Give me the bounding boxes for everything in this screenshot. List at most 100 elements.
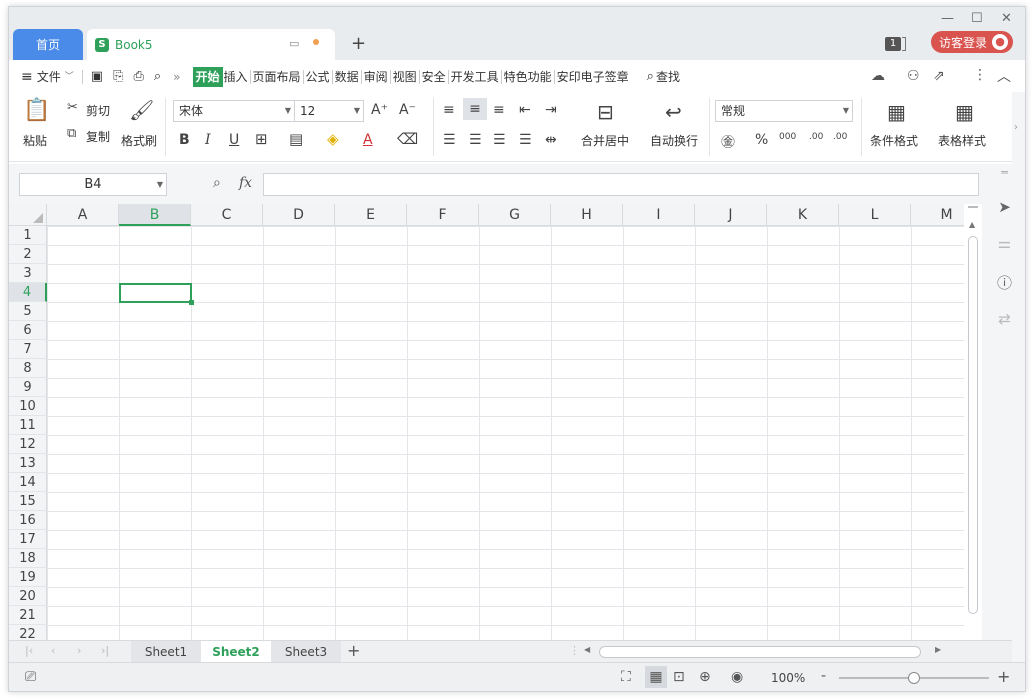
zoom-out-button[interactable]: -	[821, 668, 826, 684]
fill-style-icon[interactable]: ▤	[289, 130, 303, 148]
search-label[interactable]: 查找	[656, 67, 680, 87]
indent-increase-icon[interactable]: ⇥	[545, 102, 557, 118]
add-sheet-button[interactable]: +	[347, 641, 360, 660]
increase-decimal-button[interactable]: .00	[809, 132, 823, 142]
hamburger-icon[interactable]: ≡	[21, 67, 33, 87]
cursor-icon[interactable]: ➤	[982, 198, 1025, 216]
scissors-icon[interactable]: ✂	[67, 100, 78, 115]
file-menu[interactable]: 文件	[37, 67, 61, 87]
prev-sheet-icon[interactable]: ‹	[51, 644, 55, 657]
tab-data[interactable]: 数据	[335, 67, 359, 87]
shrink-font-button[interactable]: A⁻	[399, 102, 416, 118]
format-painter-icon[interactable]: 🖌	[129, 98, 154, 122]
tab-start[interactable]: 开始	[192, 67, 223, 87]
minimize-icon[interactable]: —	[941, 11, 954, 26]
help-icon[interactable]: ⓘ	[982, 272, 1025, 293]
sheet-tab-sheet2[interactable]: Sheet2	[201, 641, 271, 663]
print-icon[interactable]: ⎙	[133, 67, 143, 87]
collapse-ribbon-icon[interactable]: ︿	[997, 66, 1011, 86]
tab-view[interactable]: 视图	[393, 67, 417, 87]
font-name-select[interactable]: 宋体 ▼	[173, 100, 295, 122]
align-middle-icon[interactable]: ≡	[463, 98, 487, 120]
scroll-up-icon[interactable]: ▲	[969, 220, 975, 229]
font-color-button[interactable]: A	[363, 132, 373, 148]
first-sheet-icon[interactable]: |‹	[25, 644, 33, 657]
tab-home[interactable]: 首页	[13, 29, 83, 60]
paste-button[interactable]: 粘贴	[23, 132, 47, 149]
tab-developer[interactable]: 开发工具	[451, 67, 499, 87]
tab-page-layout[interactable]: 页面布局	[253, 67, 301, 87]
save-icon[interactable]: ▣	[91, 67, 103, 87]
close-icon[interactable]: ✕	[1001, 11, 1012, 26]
format-painter-button[interactable]: 格式刷	[121, 132, 157, 149]
table-style-button[interactable]: 表格样式	[938, 132, 986, 149]
clear-format-icon[interactable]: ⌫	[397, 130, 418, 148]
tab-document[interactable]: S Book5 ▭	[87, 29, 335, 60]
split-handle[interactable]	[968, 206, 978, 208]
zoom-slider-knob[interactable]	[908, 672, 920, 684]
chevron-down-icon[interactable]: ﹀	[65, 67, 74, 87]
cut-button[interactable]: 剪切	[86, 102, 110, 119]
align-bottom-icon[interactable]: ≡	[493, 102, 505, 118]
bold-button[interactable]: B	[179, 132, 190, 148]
fill-color-icon[interactable]: ◈	[327, 130, 339, 148]
merge-center-button[interactable]: 合并居中	[581, 132, 629, 149]
tab-features[interactable]: 特色功能	[504, 67, 552, 87]
fx-button[interactable]: fx	[239, 175, 252, 191]
number-format-select[interactable]: 常规 ▼	[715, 100, 853, 122]
currency-icon[interactable]: ㊎	[721, 132, 735, 152]
window-count-badge[interactable]: 1	[885, 37, 901, 51]
indent-decrease-icon[interactable]: ⇤	[519, 102, 531, 118]
conditional-format-button[interactable]: 条件格式	[870, 132, 918, 149]
italic-button[interactable]: I	[205, 132, 211, 148]
zoom-in-button[interactable]: +	[997, 667, 1010, 686]
sheet-tab-sheet1[interactable]: Sheet1	[131, 641, 201, 663]
horizontal-scroll-thumb[interactable]	[599, 646, 921, 658]
next-sheet-icon[interactable]: ›	[77, 644, 81, 657]
monitor-icon[interactable]: ▭	[289, 37, 299, 50]
normal-view-icon[interactable]: ▦	[645, 666, 667, 688]
eye-protect-icon[interactable]: ◉	[731, 669, 743, 685]
conditional-format-icon[interactable]: ▦	[887, 100, 906, 124]
border-icon[interactable]: ⊞	[255, 130, 268, 148]
wrap-text-button[interactable]: 自动换行	[650, 132, 698, 149]
align-right-icon[interactable]: ☰	[493, 132, 506, 148]
tab-e-signature[interactable]: 安印电子签章	[557, 67, 629, 87]
name-box[interactable]: B4 ▼	[19, 173, 167, 196]
chevron-right-icon[interactable]: ›	[1014, 122, 1018, 133]
align-top-icon[interactable]: ≡	[443, 102, 455, 118]
fullscreen-icon[interactable]: ⛶	[621, 669, 631, 685]
share-icon[interactable]: ⇗	[933, 68, 945, 84]
font-size-select[interactable]: 12 ▼	[294, 100, 364, 122]
vertical-scrollbar[interactable]: ▲	[964, 204, 982, 640]
export-icon[interactable]: ⎘	[113, 67, 123, 87]
tab-formula[interactable]: 公式	[306, 67, 330, 87]
distribute-icon[interactable]: ⇹	[545, 132, 557, 148]
copy-icon[interactable]: ⧉	[67, 126, 76, 141]
fill-handle[interactable]	[189, 300, 194, 305]
align-center-icon[interactable]: ☰	[469, 132, 482, 148]
share-user-icon[interactable]: ⚇	[907, 68, 920, 84]
merge-center-icon[interactable]: ⊟	[597, 100, 614, 124]
cloud-icon[interactable]: ☁	[871, 68, 885, 84]
zoom-lookup-icon[interactable]: ⌕	[213, 175, 221, 191]
wrap-text-icon[interactable]: ↩	[665, 100, 682, 124]
tab-review[interactable]: 审阅	[364, 67, 388, 87]
tab-insert[interactable]: 插入	[224, 67, 248, 87]
percent-button[interactable]: %	[755, 132, 768, 148]
selected-cell[interactable]	[119, 283, 194, 305]
tab-security[interactable]: 安全	[422, 67, 446, 87]
vertical-scroll-thumb[interactable]	[968, 236, 978, 614]
sync-icon[interactable]: ⇄	[982, 310, 1025, 328]
search-icon[interactable]: ⌕	[647, 67, 654, 87]
table-style-icon[interactable]: ▦	[955, 100, 974, 124]
copy-button[interactable]: 复制	[86, 128, 110, 145]
zoom-slider[interactable]	[839, 672, 989, 684]
last-sheet-icon[interactable]: ›|	[101, 644, 109, 657]
scroll-left-icon[interactable]: ◀	[584, 645, 590, 654]
print-preview-icon[interactable]: ⌕	[154, 67, 161, 87]
sheet-tab-sheet3[interactable]: Sheet3	[271, 641, 341, 663]
underline-button[interactable]: U	[229, 132, 239, 148]
zoom-level[interactable]: 100%	[771, 671, 805, 685]
paste-icon[interactable]: 📋	[23, 98, 51, 123]
